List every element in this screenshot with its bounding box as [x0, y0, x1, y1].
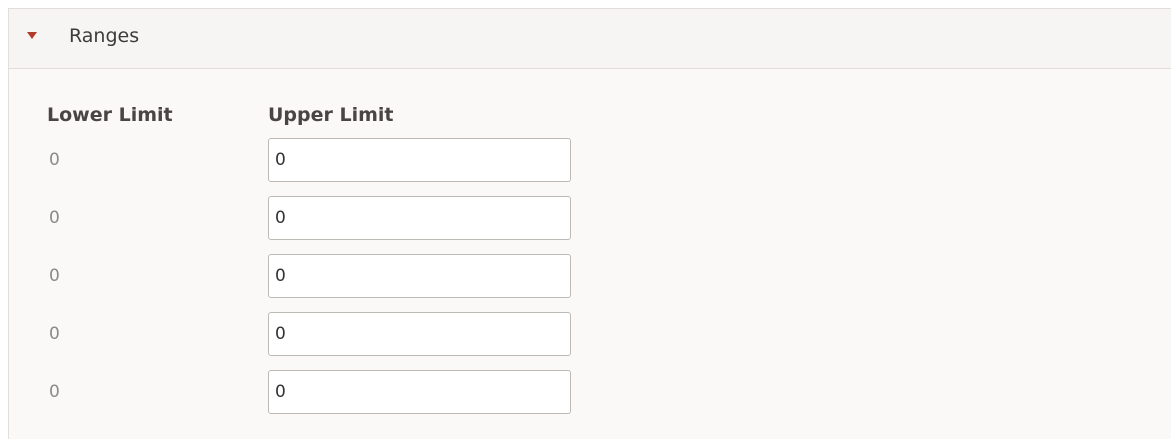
ranges-table: Lower Limit Upper Limit 0 0 0 0 0 [9, 69, 1171, 421]
lower-limit-value: 0 [49, 324, 60, 344]
range-row: 0 [47, 363, 1171, 421]
ranges-panel: Ranges Lower Limit Upper Limit 0 0 0 0 0 [8, 8, 1171, 439]
lower-limit-value: 0 [49, 266, 60, 286]
ranges-section-header[interactable]: Ranges [9, 9, 1171, 69]
upper-limit-input[interactable] [268, 312, 571, 356]
lower-limit-value: 0 [49, 208, 60, 228]
upper-limit-header: Upper Limit [268, 104, 394, 126]
lower-limit-header: Lower Limit [47, 104, 173, 126]
upper-limit-input[interactable] [268, 254, 571, 298]
section-title: Ranges [69, 24, 140, 47]
table-header-row: Lower Limit Upper Limit [47, 99, 1171, 131]
range-row: 0 [47, 305, 1171, 363]
upper-limit-input[interactable] [268, 370, 571, 414]
caret-down-icon[interactable] [27, 32, 37, 39]
lower-limit-value: 0 [49, 150, 60, 170]
upper-limit-input[interactable] [268, 196, 571, 240]
range-row: 0 [47, 189, 1171, 247]
lower-limit-value: 0 [49, 382, 60, 402]
upper-limit-input[interactable] [268, 138, 571, 182]
range-row: 0 [47, 247, 1171, 305]
range-row: 0 [47, 131, 1171, 189]
